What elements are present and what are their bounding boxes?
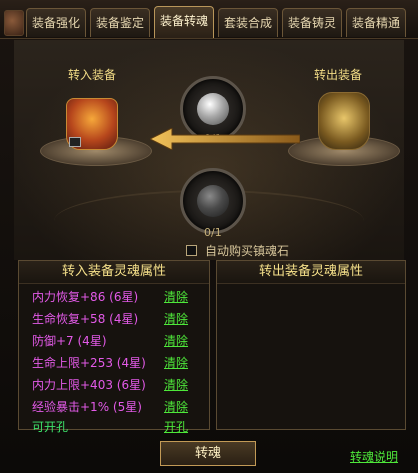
attribute-row: 内力恢复+86 (6星) <box>32 290 139 304</box>
output-equipment-label: 转出装备 <box>313 68 362 82</box>
soul-transfer-help-link[interactable]: 转魂说明 <box>350 448 398 465</box>
clear-attribute-link[interactable]: 清除 <box>164 288 188 305</box>
bottom-stone-count: 0/1 <box>204 226 222 239</box>
auto-buy-checkbox[interactable] <box>186 245 197 256</box>
attribute-row: 生命上限+253 (4星) <box>32 356 146 370</box>
equipment-window: 装备强化 装备鉴定 装备转魂 套装合成 装备铸灵 装备精通 转入装备 转出装备 … <box>0 0 418 473</box>
tab-equip-identify[interactable]: 装备鉴定 <box>90 8 150 37</box>
output-soul-attributes-panel: 转出装备灵魂属性 <box>216 260 406 430</box>
tab-equip-mastery[interactable]: 装备精通 <box>346 8 406 37</box>
transfer-soul-button[interactable]: 转魂 <box>160 441 256 466</box>
attribute-row: 内力上限+403 (6星) <box>32 378 146 392</box>
clear-attribute-link[interactable]: 清除 <box>164 310 188 327</box>
transfer-arrow-icon <box>150 128 300 150</box>
clear-attribute-link[interactable]: 清除 <box>164 332 188 349</box>
input-equipment-label: 转入装备 <box>67 68 116 82</box>
attribute-row: 经验暴击+1% (5星) <box>32 400 142 414</box>
auto-buy-label: 自动购买镇魂石 <box>205 244 290 258</box>
tab-bar: 装备强化 装备鉴定 装备转魂 套装合成 装备铸灵 装备精通 <box>0 0 418 39</box>
output-equipment-slot[interactable] <box>318 92 370 150</box>
bound-badge-icon <box>69 137 81 147</box>
tab-equip-spirit-cast[interactable]: 装备铸灵 <box>282 8 342 37</box>
attribute-row: 可开孔 <box>32 420 69 434</box>
input-panel-title: 转入装备灵魂属性 <box>19 261 209 284</box>
tab-equip-soul-transfer[interactable]: 装备转魂 <box>154 6 214 38</box>
open-socket-link[interactable]: 开孔 <box>164 418 188 435</box>
attribute-row: 防御+7 (4星) <box>32 334 107 348</box>
input-equipment-slot[interactable] <box>66 98 118 150</box>
tab-equip-enhance[interactable]: 装备强化 <box>26 8 86 37</box>
soul-stone-dim-icon <box>197 185 229 217</box>
clear-attribute-link[interactable]: 清除 <box>164 398 188 415</box>
window-corner-icon <box>4 10 24 36</box>
attribute-row: 生命恢复+58 (4星) <box>32 312 139 326</box>
clear-attribute-link[interactable]: 清除 <box>164 376 188 393</box>
clear-attribute-link[interactable]: 清除 <box>164 354 188 371</box>
soul-stone-slot-bottom[interactable] <box>180 168 246 234</box>
soul-stone-icon <box>197 93 229 125</box>
tab-set-synthesis[interactable]: 套装合成 <box>218 8 278 37</box>
output-panel-title: 转出装备灵魂属性 <box>217 261 405 284</box>
